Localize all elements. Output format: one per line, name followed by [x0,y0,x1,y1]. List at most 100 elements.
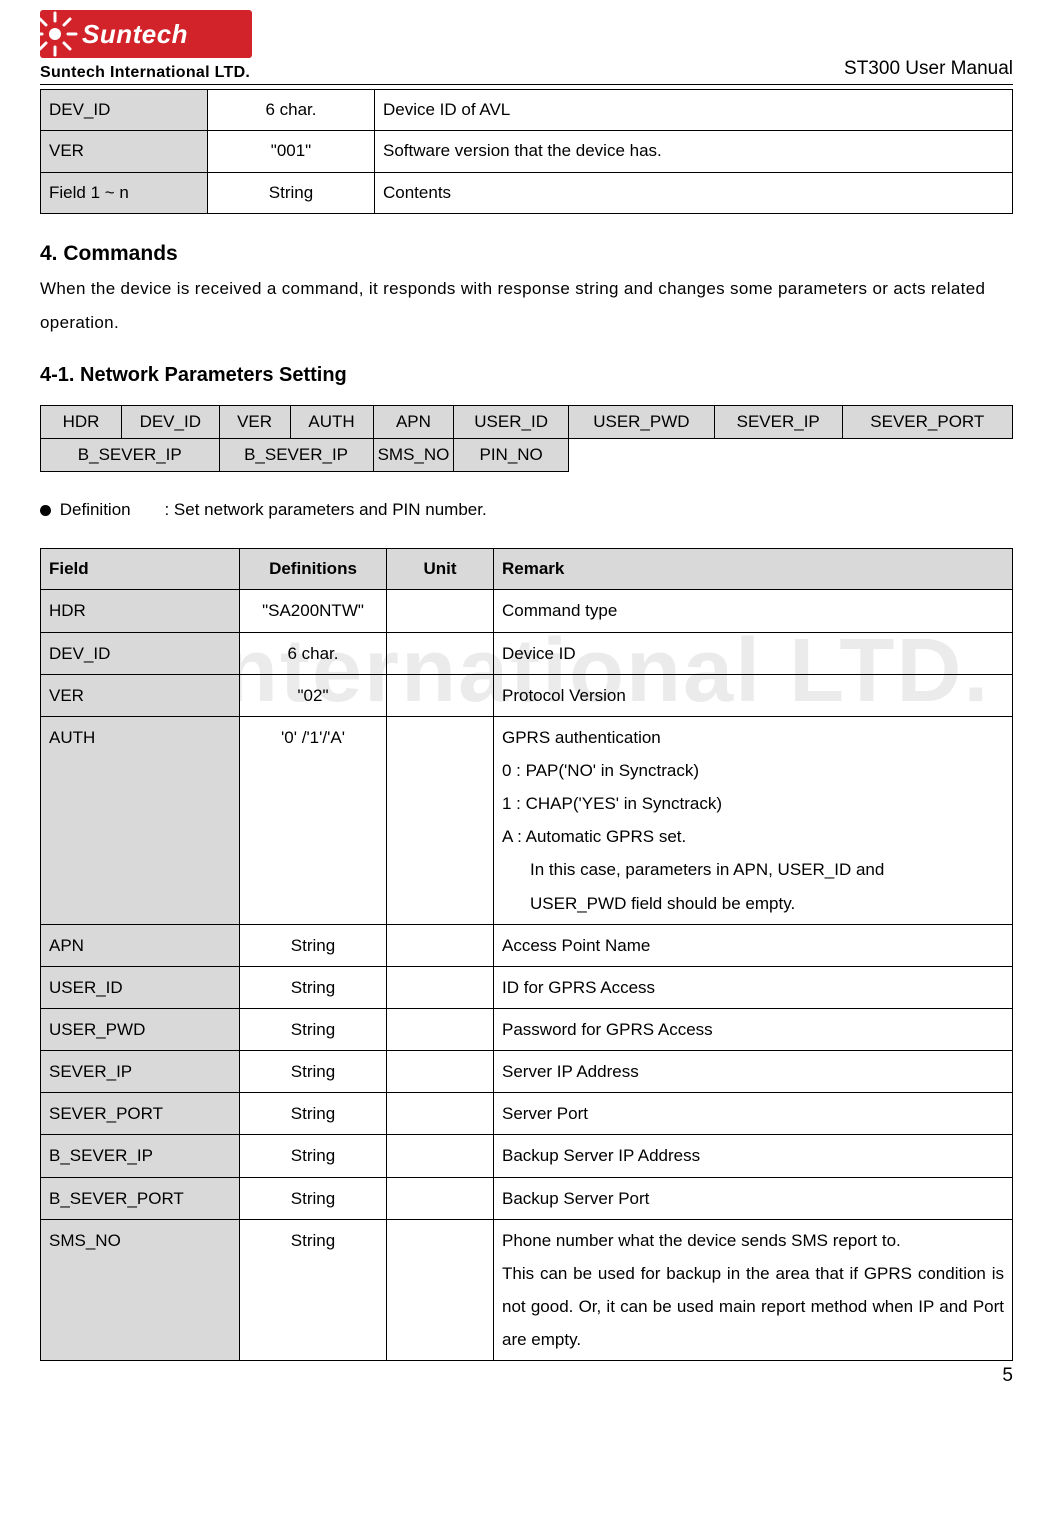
table-row: Field 1 ~ nStringContents [41,172,1013,213]
field-name: HDR [41,590,240,632]
field-remark: Access Point Name [494,924,1013,966]
section-4-paragraph: When the device is received a command, i… [40,272,1013,340]
document-title: ST300 User Manual [844,58,1013,80]
table-row: DEV_ID6 char.Device ID of AVL [41,90,1013,131]
brand-subtitle: Suntech International LTD. [40,64,252,82]
field-name: B_SEVER_PORT [41,1177,240,1219]
page-header: Suntech Suntech International LTD. ST300… [40,10,1013,85]
field-name: B_SEVER_IP [41,1135,240,1177]
banner-cell: B_SEVER_IP [219,438,373,471]
field-unit [387,674,494,716]
field-name: SEVER_PORT [41,1093,240,1135]
table-row: SEVER_IPString Server IP Address [41,1051,1013,1093]
field-name: USER_ID [41,966,240,1008]
field-remark: Contents [375,172,1013,213]
field-name: Field 1 ~ n [41,172,208,213]
field-name: SEVER_IP [41,1051,240,1093]
field-def: '0' /'1'/'A' [240,716,387,924]
banner-cell: AUTH [290,405,373,438]
field-def: String [208,172,375,213]
field-def: 6 char. [240,632,387,674]
table-row: SMS_NOStringPhone number what the device… [41,1219,1013,1361]
fields-banner: HDRDEV_IDVERAUTHAPNUSER_IDUSER_PWDSEVER_… [40,405,1013,472]
field-remark: Password for GPRS Access [494,1009,1013,1051]
field-def: String [240,1051,387,1093]
table-row: DEV_ID6 char. Device ID [41,632,1013,674]
definition-text: : Set network parameters and PIN number. [164,500,486,519]
field-unit [387,716,494,924]
field-remark: Protocol Version [494,674,1013,716]
col-definitions: Definitions [240,549,387,590]
banner-cell: B_SEVER_IP [41,438,220,471]
field-def: String [240,1219,387,1361]
field-name: USER_PWD [41,1009,240,1051]
field-remark: Device ID of AVL [375,90,1013,131]
field-remark: Server IP Address [494,1051,1013,1093]
field-def: "001" [208,131,375,172]
field-def: 6 char. [208,90,375,131]
table-row: B_SEVER_IPString Backup Server IP Address [41,1135,1013,1177]
banner-filler [568,438,1012,471]
field-remark: Device ID [494,632,1013,674]
field-unit [387,590,494,632]
field-unit [387,1051,494,1093]
field-unit [387,966,494,1008]
banner-cell: VER [219,405,290,438]
banner-cell: SMS_NO [373,438,454,471]
col-field: Field [41,549,240,590]
field-def: String [240,1135,387,1177]
field-unit [387,1135,494,1177]
field-unit [387,1009,494,1051]
definition-label: Definition [60,494,160,526]
field-def: String [240,924,387,966]
summary-table: DEV_ID6 char.Device ID of AVLVER"001"Sof… [40,89,1013,214]
field-name: VER [41,674,240,716]
table-row: B_SEVER_PORTStringBackup Server Port [41,1177,1013,1219]
field-remark: Command type [494,590,1013,632]
field-name: DEV_ID [41,90,208,131]
banner-row: B_SEVER_IPB_SEVER_IPSMS_NOPIN_NO [41,438,1013,471]
field-name: APN [41,924,240,966]
details-table: FieldDefinitionsUnitRemarkHDR"SA200NTW"C… [40,548,1013,1361]
brand-badge: Suntech [40,10,252,58]
banner-cell: SEVER_PORT [842,405,1012,438]
field-remark: Software version that the device has. [375,131,1013,172]
banner-cell: HDR [41,405,122,438]
section-4-heading: 4. Commands [40,242,1013,266]
field-def: "SA200NTW" [240,590,387,632]
field-def: "02" [240,674,387,716]
sun-rays-icon [32,11,78,57]
field-name: DEV_ID [41,632,240,674]
table-row: USER_IDString ID for GPRS Access [41,966,1013,1008]
field-remark: ID for GPRS Access [494,966,1013,1008]
table-row: HDR"SA200NTW" Command type [41,590,1013,632]
field-unit [387,1093,494,1135]
section-4-1-heading: 4-1. Network Parameters Setting [40,364,1013,387]
definition-line: Definition : Set network parameters and … [40,494,1013,526]
field-remark: Phone number what the device sends SMS r… [494,1219,1013,1361]
col-remark: Remark [494,549,1013,590]
field-remark: Server Port [494,1093,1013,1135]
field-remark: Backup Server IP Address [494,1135,1013,1177]
banner-cell: DEV_ID [122,405,220,438]
banner-cell: SEVER_IP [714,405,842,438]
table-header-row: FieldDefinitionsUnitRemark [41,549,1013,590]
table-row: AUTH'0' /'1'/'A'GPRS authentication0 : P… [41,716,1013,924]
brand-name: Suntech [82,19,188,50]
table-row: APNString Access Point Name [41,924,1013,966]
table-row: SEVER_PORTStringServer Port [41,1093,1013,1135]
field-unit [387,1219,494,1361]
field-name: AUTH [41,716,240,924]
table-row: VER"001"Software version that the device… [41,131,1013,172]
field-unit [387,1177,494,1219]
field-def: String [240,966,387,1008]
field-remark: Backup Server Port [494,1177,1013,1219]
field-def: String [240,1009,387,1051]
table-row: USER_PWDString Password for GPRS Access [41,1009,1013,1051]
field-name: VER [41,131,208,172]
bullet-icon [40,505,51,516]
page-number: 5 [40,1365,1013,1387]
banner-cell: APN [373,405,454,438]
banner-cell: USER_ID [454,405,569,438]
col-unit: Unit [387,549,494,590]
